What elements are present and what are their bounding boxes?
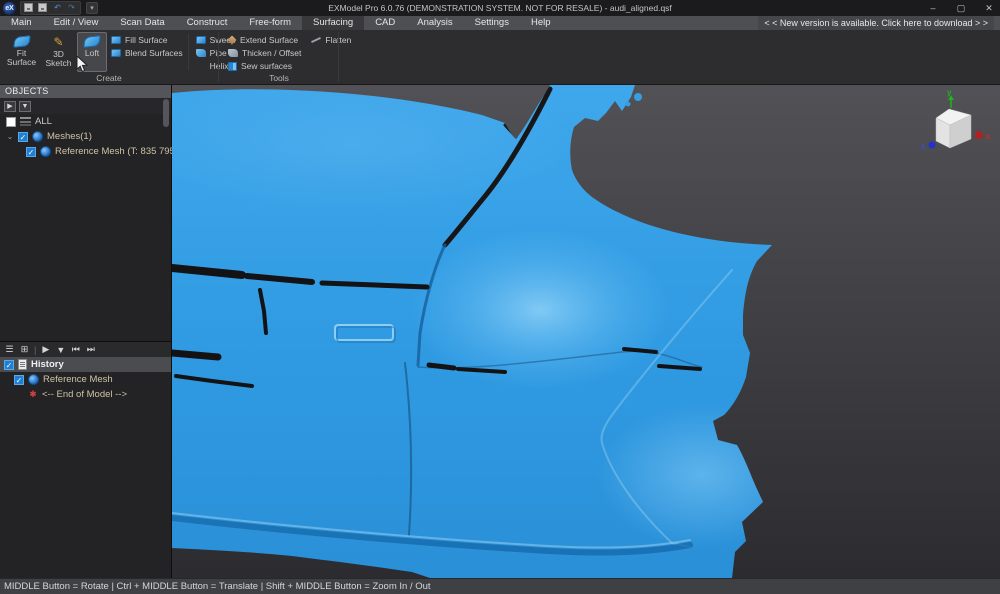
document-icon (18, 359, 27, 370)
tab-help[interactable]: Help (520, 16, 562, 30)
visibility-eye-icon[interactable] (28, 374, 39, 385)
fit-surface-icon (13, 35, 30, 48)
checkbox-meshes[interactable]: ✓ (18, 132, 28, 142)
3d-sketch-icon: ✎ (53, 36, 63, 48)
blend-surfaces-button[interactable]: Blend Surfaces (111, 47, 183, 59)
sew-surfaces-icon (228, 62, 237, 71)
thicken-offset-icon (228, 49, 238, 57)
menu-bar: Main Edit / View Scan Data Construct Fre… (0, 16, 1000, 30)
play-icon[interactable]: ▶ (40, 344, 51, 355)
loft-button[interactable]: Loft (77, 32, 107, 72)
sew-surfaces-button[interactable]: Sew surfaces (228, 60, 301, 72)
3d-sketch-button[interactable]: ✎ 3D Sketch (40, 32, 77, 72)
funnel-icon[interactable]: ▼ (55, 345, 66, 355)
minimize-button[interactable]: – (926, 3, 940, 13)
tab-edit-view[interactable]: Edit / View (43, 16, 110, 30)
checkbox-reference-mesh[interactable]: ✓ (26, 147, 36, 157)
maximize-button[interactable]: ▢ (954, 3, 968, 14)
history-row-reference-mesh[interactable]: ✓ Reference Mesh (0, 372, 171, 387)
extend-surface-button[interactable]: Extend Surface (228, 34, 301, 46)
status-text: MIDDLE Button = Rotate | Ctrl + MIDDLE B… (4, 581, 431, 592)
viewport-canvas[interactable]: y z x (172, 85, 1000, 578)
checkbox-history-reference-mesh[interactable]: ✓ (14, 375, 24, 385)
quick-access-dropdown-icon[interactable]: ▾ (86, 2, 98, 14)
tree-row-meshes[interactable]: ⌄ ✓ Meshes(1) (0, 129, 171, 144)
tree-view-icon[interactable]: ⊞ (19, 344, 30, 355)
window-controls: – ▢ ✕ (926, 0, 996, 16)
pipe-icon (196, 49, 206, 57)
update-notice-link[interactable]: < < New version is available. Click here… (758, 16, 994, 30)
save-icon[interactable] (24, 3, 35, 13)
history-row-header[interactable]: ✓ History (0, 357, 171, 372)
undo-icon[interactable]: ↶ (52, 3, 63, 13)
tab-main[interactable]: Main (0, 16, 43, 30)
tab-analysis[interactable]: Analysis (406, 16, 463, 30)
tab-scan-data[interactable]: Scan Data (109, 16, 175, 30)
flatten-button[interactable]: Flatten (311, 34, 351, 46)
flatten-icon (311, 36, 321, 44)
group-label-tools: Tools (220, 73, 338, 83)
skip-end-icon[interactable]: ⏭ (85, 344, 96, 355)
redo-icon[interactable]: ↷ (66, 3, 77, 13)
end-marker-icon: ✱ (28, 389, 38, 400)
axis-z-dot (929, 142, 936, 149)
fill-surface-icon (111, 36, 121, 44)
open-icon[interactable] (38, 3, 49, 13)
extend-surface-icon (227, 35, 236, 44)
history-row-end-of-model[interactable]: ✱ <-- End of Model --> (0, 387, 171, 402)
app-window: eX ↶ ↷ ▾ EXModel Pro 6.0.76 (DEMONSTRATI… (0, 0, 1000, 594)
visibility-eye-icon[interactable] (32, 131, 43, 142)
list-view-icon[interactable]: ☰ (4, 344, 15, 355)
app-logo-icon[interactable]: eX (3, 2, 16, 15)
checkbox-all[interactable] (6, 117, 16, 127)
layers-icon (20, 117, 31, 126)
play-filter-icon[interactable]: ▶ (4, 101, 16, 112)
tree-row-reference-mesh[interactable]: ✓ Reference Mesh (T: 835 795) (0, 144, 171, 159)
group-label-create: Create (0, 73, 218, 83)
chevron-down-icon[interactable]: ⌄ (6, 132, 14, 141)
axis-x-dot (975, 131, 983, 139)
objects-panel-header: OBJECTS (0, 85, 171, 98)
history-toolbar: ☰ ⊞ | ▶ ▼ ⏮ ⏭ (0, 342, 171, 357)
viewport-3d[interactable]: y z x (172, 85, 1000, 578)
ribbon-group-tools: Extend Surface Thicken / Offset Sew surf… (220, 30, 338, 84)
axis-z-label: z (921, 142, 925, 151)
blend-surfaces-icon (111, 49, 121, 57)
ribbon-separator (188, 34, 189, 70)
loft-icon (83, 35, 100, 48)
title-bar: eX ↶ ↷ ▾ EXModel Pro 6.0.76 (DEMONSTRATI… (0, 0, 1000, 16)
left-panel: OBJECTS ▶ ▼ ALL ⌄ ✓ Meshes(1) ✓ Referenc… (0, 85, 172, 578)
fit-surface-button[interactable]: Fit Surface (3, 32, 40, 72)
window-title: EXModel Pro 6.0.76 (DEMONSTRATION SYSTEM… (0, 3, 1000, 13)
thicken-offset-button[interactable]: Thicken / Offset (228, 47, 301, 59)
funnel-icon[interactable]: ▼ (19, 101, 31, 112)
skip-start-icon[interactable]: ⏮ (70, 344, 81, 355)
axis-x-label: x (986, 132, 991, 141)
objects-toolbar: ▶ ▼ (0, 98, 171, 114)
status-bar: MIDDLE Button = Rotate | Ctrl + MIDDLE B… (0, 578, 1000, 594)
ribbon-group-separator (218, 32, 219, 82)
fill-surface-button[interactable]: Fill Surface (111, 34, 183, 46)
objects-scrollbar[interactable] (163, 99, 169, 127)
tree-row-all[interactable]: ALL (0, 114, 171, 129)
tab-construct[interactable]: Construct (176, 16, 239, 30)
tab-settings[interactable]: Settings (464, 16, 520, 30)
close-button[interactable]: ✕ (982, 3, 996, 14)
ribbon: Fit Surface ✎ 3D Sketch Loft Fill Surfac… (0, 30, 1000, 85)
tab-surfacing[interactable]: Surfacing (302, 16, 364, 30)
checkbox-history[interactable]: ✓ (4, 360, 14, 370)
quick-access-toolbar: ↶ ↷ (20, 1, 81, 15)
tab-cad[interactable]: CAD (364, 16, 406, 30)
ribbon-group-create: Fit Surface ✎ 3D Sketch Loft Fill Surfac… (0, 30, 218, 84)
visibility-eye-icon[interactable] (40, 146, 51, 157)
ribbon-group-separator (338, 32, 339, 82)
sweep-icon (196, 36, 206, 44)
tab-free-form[interactable]: Free-form (238, 16, 302, 30)
